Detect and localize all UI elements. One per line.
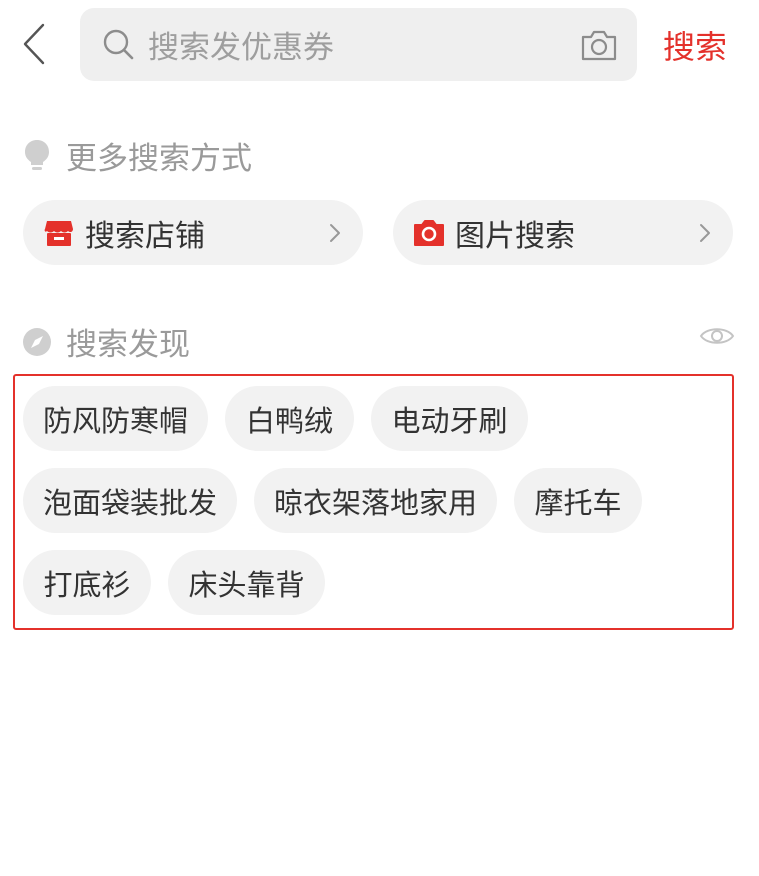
- chevron-left-icon: [23, 23, 45, 65]
- chevron-right-icon: [695, 220, 715, 246]
- discover-tag[interactable]: 床头靠背: [168, 550, 325, 615]
- search-icon: [102, 28, 136, 62]
- discover-tag[interactable]: 防风防寒帽: [23, 386, 208, 451]
- discover-title: 搜索发现: [22, 319, 190, 364]
- more-search-title: 更多搜索方式: [22, 133, 252, 178]
- eye-icon[interactable]: [698, 318, 736, 354]
- camera-icon: [413, 217, 445, 249]
- lightbulb-icon: [22, 139, 52, 173]
- discover-tag[interactable]: 泡面袋装批发: [23, 468, 237, 533]
- discover-tag[interactable]: 晾衣架落地家用: [254, 468, 497, 533]
- discover-tag[interactable]: 打底衫: [23, 550, 151, 615]
- search-store-button[interactable]: 搜索店铺: [23, 200, 363, 265]
- more-search-label: 更多搜索方式: [66, 141, 252, 177]
- discover-tag[interactable]: 电动牙刷: [371, 386, 528, 451]
- back-button[interactable]: [16, 22, 52, 66]
- search-input[interactable]: 搜索发优惠券: [80, 8, 637, 81]
- camera-icon[interactable]: [579, 25, 619, 65]
- discover-tag[interactable]: 白鸭绒: [225, 386, 354, 451]
- store-icon: [43, 217, 75, 249]
- discover-tag[interactable]: 摩托车: [514, 468, 642, 533]
- search-store-label: 搜索店铺: [85, 218, 205, 254]
- search-placeholder: 搜索发优惠券: [148, 30, 334, 66]
- chevron-right-icon: [325, 220, 345, 246]
- image-search-button[interactable]: 图片搜索: [393, 200, 733, 265]
- compass-icon: [22, 325, 52, 359]
- image-search-label: 图片搜索: [455, 218, 575, 254]
- search-button[interactable]: 搜索: [663, 22, 727, 68]
- discover-label: 搜索发现: [66, 327, 190, 363]
